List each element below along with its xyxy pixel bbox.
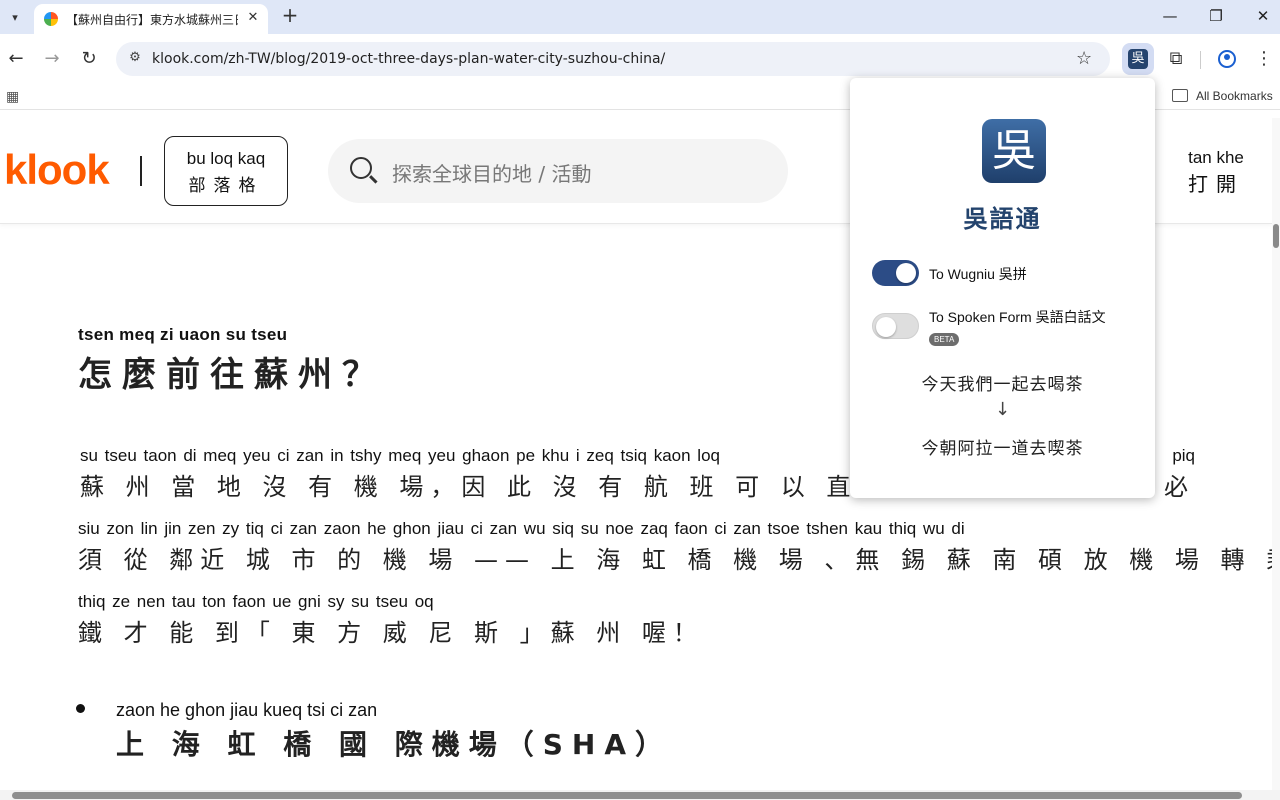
spoken-form-toggle[interactable] bbox=[872, 313, 919, 339]
extension-popup: 吳 吳語通 To Wugniu 吳拼 To Spoken Form 吳語白話文 … bbox=[850, 78, 1155, 498]
paragraph-line-end: piq 必 bbox=[1164, 446, 1195, 502]
browser-toolbar: ← → ↻ ⚙ klook.com/zh-TW/blog/2019-oct-th… bbox=[0, 34, 1280, 84]
search-bar[interactable]: 探索全球目的地 / 活動 bbox=[328, 139, 788, 203]
extensions-puzzle-icon[interactable]: ⧉ bbox=[1164, 47, 1188, 71]
horizontal-scrollbar-thumb[interactable] bbox=[12, 792, 1242, 799]
forward-arrow-icon[interactable]: → bbox=[40, 47, 64, 71]
browser-tab-active[interactable]: 【蘇州自由行】東方水城蘇州三日 ✕ bbox=[34, 4, 268, 34]
heading-chinese: 怎麼前往蘇州？ bbox=[78, 355, 386, 395]
beta-badge: BETA bbox=[929, 333, 960, 346]
url-text[interactable]: klook.com/zh-TW/blog/2019-oct-three-days… bbox=[152, 51, 665, 67]
line-chinese: 須 從 鄰近 城 市 的 機 場 —— 上 海 虹 橋 機 場 、無 錫 蘇 南… bbox=[78, 546, 1272, 574]
line-end-chinese: 必 bbox=[1164, 473, 1195, 501]
back-arrow-icon[interactable]: ← bbox=[4, 47, 28, 71]
bullet-item: zaon he ghon jiau kueq tsi ci zan 上 海 虹 … bbox=[116, 700, 672, 763]
open-app-pinyin: tan khe bbox=[1188, 148, 1244, 167]
klook-logo[interactable]: klook bbox=[4, 146, 110, 194]
wu-extension-icon: 吳 bbox=[1128, 49, 1148, 69]
vertical-scrollbar-thumb[interactable] bbox=[1273, 224, 1279, 248]
bookmark-star-icon[interactable]: ☆ bbox=[1076, 48, 1092, 69]
new-tab-button[interactable]: + bbox=[279, 5, 301, 27]
blog-pinyin: bu loq kaq bbox=[186, 149, 266, 168]
folder-icon[interactable] bbox=[1172, 89, 1188, 102]
apps-grid-icon[interactable]: ▦ bbox=[6, 89, 22, 105]
tab-strip: ▾ 【蘇州自由行】東方水城蘇州三日 ✕ + — ❐ ✕ bbox=[0, 0, 1280, 34]
site-info-icon[interactable]: ⚙ bbox=[126, 50, 144, 68]
logo-divider bbox=[140, 156, 142, 186]
wu-extension-button[interactable]: 吳 bbox=[1122, 43, 1154, 75]
search-icon bbox=[350, 157, 372, 179]
all-bookmarks-link[interactable]: All Bookmarks bbox=[1196, 89, 1273, 103]
paragraph-line: thiq ze nen tau ton faon ue gni sy su ts… bbox=[78, 592, 704, 648]
open-app-chinese: 打開 bbox=[1188, 172, 1244, 196]
article-heading: tsen meq zi uaon su tseu 怎麼前往蘇州？ bbox=[78, 325, 386, 396]
line-chinese: 鐵 才 能 到「 東 方 威 尼 斯 」蘇 州 喔！ bbox=[78, 619, 704, 647]
line-pinyin: siu zon lin jin zen zy tiq ci zan zaon h… bbox=[78, 519, 965, 538]
restore-icon[interactable]: ❐ bbox=[1196, 4, 1236, 28]
paragraph-line: siu zon lin jin zen zy tiq ci zan zaon h… bbox=[78, 519, 1272, 575]
toggle-knob bbox=[876, 317, 896, 337]
profile-avatar-icon[interactable] bbox=[1218, 50, 1236, 68]
klook-favicon-icon bbox=[44, 12, 58, 26]
blog-chinese: 部落格 bbox=[188, 176, 264, 196]
tab-close-icon[interactable]: ✕ bbox=[244, 9, 262, 27]
bullet-chinese: 上 海 虹 橋 國 際機場（SHA） bbox=[116, 728, 673, 761]
close-window-icon[interactable]: ✕ bbox=[1243, 4, 1280, 28]
open-app-button[interactable]: tan khe 打開 bbox=[1188, 148, 1244, 197]
tab-search-chevron-icon[interactable]: ▾ bbox=[4, 6, 26, 28]
down-arrow-icon: ↓ bbox=[994, 399, 1011, 420]
toggle-knob bbox=[896, 263, 916, 283]
toolbar-divider bbox=[1200, 51, 1201, 69]
line-end-pinyin: piq bbox=[1172, 446, 1195, 465]
heading-pinyin: tsen meq zi uaon su tseu bbox=[78, 325, 288, 344]
bullet-dot bbox=[76, 704, 85, 713]
wu-logo-icon: 吳 bbox=[982, 119, 1046, 183]
popup-title: 吳語通 bbox=[963, 204, 1042, 233]
search-placeholder: 探索全球目的地 / 活動 bbox=[392, 162, 592, 186]
wugniu-toggle[interactable] bbox=[872, 260, 919, 286]
bullet-pinyin: zaon he ghon jiau kueq tsi ci zan bbox=[116, 700, 378, 720]
blog-button[interactable]: bu loq kaq 部落格 bbox=[164, 136, 288, 206]
example-before: 今天我們一起去喝茶 bbox=[921, 375, 1084, 395]
address-bar[interactable]: ⚙ klook.com/zh-TW/blog/2019-oct-three-da… bbox=[116, 42, 1110, 76]
line-pinyin: thiq ze nen tau ton faon ue gni sy su ts… bbox=[78, 592, 434, 611]
reload-icon[interactable]: ↻ bbox=[77, 47, 101, 71]
minimize-icon[interactable]: — bbox=[1150, 4, 1190, 28]
vertical-scrollbar[interactable] bbox=[1272, 118, 1280, 790]
spoken-form-label: To Spoken Form 吳語白話文 bbox=[929, 309, 1106, 325]
wugniu-label: To Wugniu 吳拼 bbox=[929, 266, 1027, 282]
more-menu-icon[interactable]: ⋮ bbox=[1254, 47, 1274, 71]
example-after: 今朝阿拉一道去喫茶 bbox=[921, 439, 1084, 459]
tab-title: 【蘇州自由行】東方水城蘇州三日 bbox=[66, 13, 238, 27]
